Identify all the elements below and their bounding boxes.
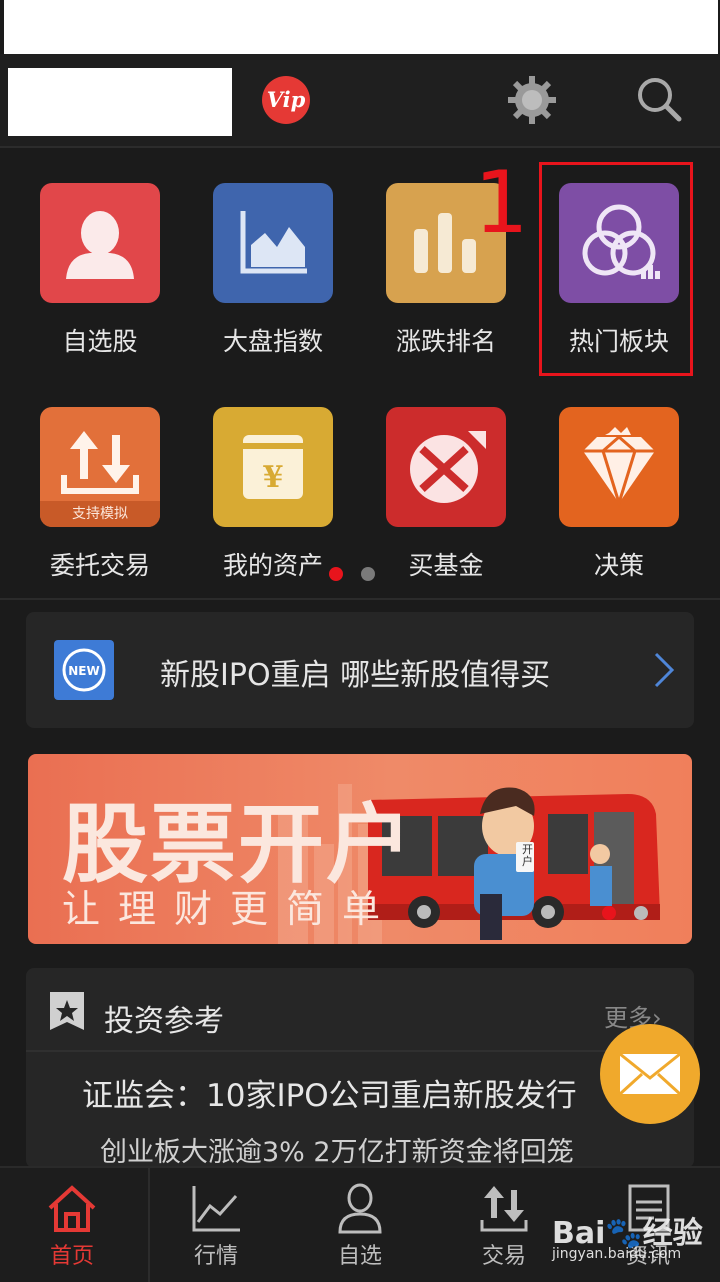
grid-item-decision[interactable]	[559, 407, 679, 527]
grid-item-trade[interactable]: 支持模拟	[40, 407, 160, 527]
top-bar: Vip	[0, 54, 720, 148]
transfer-arrows-icon	[480, 1186, 528, 1232]
star-bookmark-icon	[48, 990, 86, 1036]
grid-label-decision: 决策	[593, 551, 644, 580]
page-dot-active[interactable]	[329, 567, 343, 581]
tab-market[interactable]: 行情	[144, 1168, 288, 1282]
grid-label-trade: 委托交易	[49, 551, 150, 580]
home-icon	[48, 1185, 96, 1232]
news-banner[interactable]: NEW 新股IPO重启 哪些新股值得买	[26, 612, 694, 728]
banner-dot[interactable]	[634, 906, 648, 920]
phone-label: 开户	[522, 843, 533, 868]
grid-label-watchlist: 自选股	[62, 327, 138, 356]
annotation-step-number: 1	[474, 153, 529, 253]
grid-label-funds: 买基金	[408, 551, 484, 580]
settings-gear-icon[interactable]	[504, 72, 560, 128]
divider	[26, 1050, 694, 1052]
fund-icon	[386, 407, 506, 527]
envelope-icon	[618, 1052, 682, 1096]
simulation-badge: 支持模拟	[72, 506, 128, 522]
area-chart-icon	[213, 183, 333, 303]
yuan-wallet-icon: ¥	[213, 407, 333, 527]
headline-main[interactable]: 证监会：10家IPO公司重启新股发行	[82, 1070, 577, 1115]
banner-subtitle: 让理财更简单	[62, 887, 399, 931]
svg-text:¥: ¥	[263, 460, 284, 495]
page-dot[interactable]	[361, 567, 375, 581]
tab-label-watchlist: 自选	[337, 1244, 382, 1269]
section-title: 投资参考	[104, 1004, 224, 1039]
news-headline: 新股IPO重启 哪些新股值得买	[160, 658, 551, 693]
grid-item-assets[interactable]: ¥	[213, 407, 333, 527]
app-logo	[8, 68, 232, 136]
tab-home[interactable]: 首页	[0, 1168, 144, 1282]
grid-label-ranking: 涨跌排名	[395, 327, 496, 356]
tab-label-market: 行情	[193, 1244, 238, 1269]
vip-badge[interactable]: Vip	[262, 76, 310, 124]
svg-text:NEW: NEW	[68, 664, 99, 678]
banner-dot-active[interactable]	[602, 906, 616, 920]
headline-sub[interactable]: 创业板大涨逾3% 2万亿打新资金将回笼	[100, 1130, 574, 1168]
chevron-right-icon	[652, 652, 676, 692]
grid-label-market-index: 大盘指数	[222, 327, 323, 356]
annotation-highlight-box	[539, 162, 693, 376]
status-bar	[4, 0, 718, 54]
diamond-icon	[559, 407, 679, 527]
baidu-watermark-url: jingyan.baidu.com	[552, 1246, 682, 1262]
grid-item-market-index[interactable]	[213, 183, 333, 303]
line-chart-icon	[192, 1186, 240, 1232]
grid-item-funds[interactable]	[386, 407, 506, 527]
mail-float-button[interactable]	[600, 1024, 700, 1124]
promo-banner[interactable]: 股票开户 让理财更简单 开户	[28, 754, 692, 944]
person-icon	[40, 183, 160, 303]
tab-watchlist[interactable]: 自选	[288, 1168, 432, 1282]
tab-label-home: 首页	[49, 1244, 94, 1269]
grid-item-watchlist[interactable]	[40, 183, 160, 303]
investment-reference-card: 投资参考 更多› 证监会：10家IPO公司重启新股发行 创业板大涨逾3% 2万亿…	[26, 968, 694, 1168]
user-icon	[338, 1183, 382, 1234]
search-icon[interactable]	[632, 72, 688, 128]
new-badge-icon: NEW	[54, 640, 114, 700]
